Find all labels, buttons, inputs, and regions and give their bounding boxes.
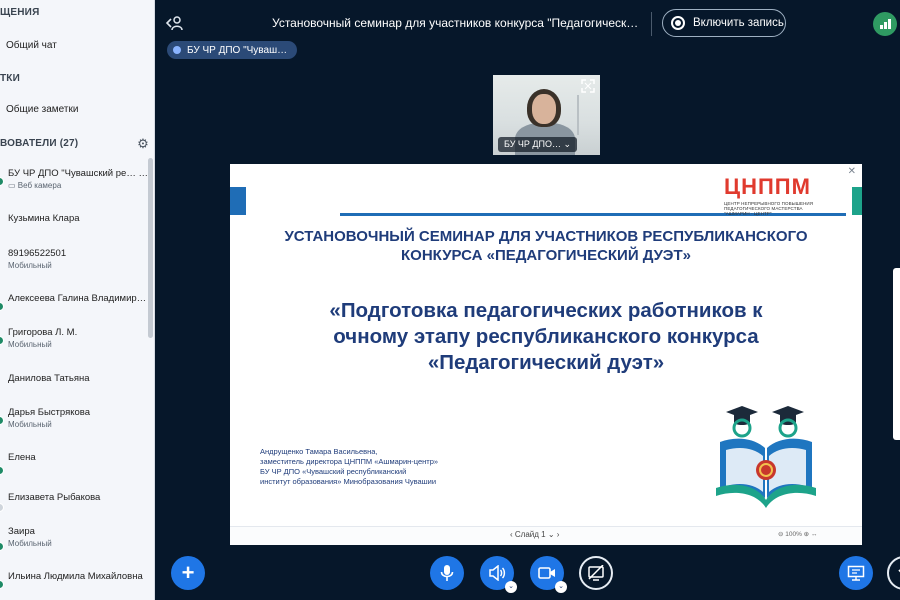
- start-recording-button[interactable]: Включить запись: [662, 9, 786, 37]
- user-name: Григорова Л. М.: [8, 327, 78, 338]
- user-name: Заира: [8, 526, 35, 537]
- meeting-title: Установочный семинар для участников конк…: [272, 16, 640, 30]
- user-name: Елена: [8, 452, 36, 463]
- record-icon: [671, 16, 685, 30]
- slide-topic-line: «Подготовка педагогических работников к: [329, 299, 763, 322]
- slide-heading-line: КОНКУРСА «ПЕДАГОГИЧЕСКИЙ ДУЭТ»: [401, 247, 691, 264]
- screen-share-button[interactable]: [579, 556, 613, 590]
- user-device: Веб камера: [17, 181, 62, 190]
- zoom-controls[interactable]: ⊖ 100% ⊕ ↔: [778, 530, 817, 538]
- user-list-item[interactable]: Ильина Людмила Михайловна: [0, 571, 150, 600]
- connection-signal-icon[interactable]: [873, 12, 897, 36]
- logo-text: ЦНППМ: [724, 174, 811, 199]
- user-device: Мобильный: [8, 539, 52, 548]
- sidebar-scrollbar[interactable]: [148, 158, 153, 338]
- users-section-title: ВОВАТЕЛИ (27): [0, 138, 79, 149]
- user-device: Мобильный: [8, 420, 52, 429]
- online-status-dot: [0, 302, 4, 311]
- microphone-button[interactable]: [430, 556, 464, 590]
- screen-share-off-icon: [587, 565, 605, 581]
- author-line: БУ ЧР ДПО «Чувашский республиканский: [260, 467, 407, 476]
- user-name: Данилова Татьяна: [8, 373, 90, 384]
- author-line: Андрущенко Тамара Васильевна,: [260, 447, 378, 456]
- user-name: Дарья Быстрякова: [8, 407, 90, 418]
- slide-navigation[interactable]: ‹ Слайд 1 ⌄ ›: [510, 530, 559, 539]
- user-device: Мобильный: [8, 340, 52, 349]
- user-name: Алексеева Галина Владимиро…: [8, 293, 148, 304]
- user-name: Елизавета Рыбакова: [8, 492, 101, 503]
- user-list-item[interactable]: 89196522501 Мобильный: [0, 248, 150, 288]
- webcam-indicator-icon: ▭: [8, 181, 16, 190]
- online-status-dot: [0, 416, 4, 425]
- user-back-icon[interactable]: [165, 13, 185, 33]
- offline-status-dot: [0, 503, 4, 512]
- slide-author-block: Андрущенко Тамара Васильевна, заместител…: [260, 447, 510, 487]
- author-line: институт образования» Минобразования Чув…: [260, 477, 437, 486]
- presentation-slide: ✕ ЦНППМ ЦЕНТР НЕПРЕРЫВНОГО ПОВЫШЕНИЯ ПЕД…: [230, 164, 862, 545]
- microphone-icon: [439, 564, 455, 582]
- chevron-down-icon[interactable]: ⌄: [505, 581, 517, 593]
- logo-subtitle: ЦЕНТР НЕПРЕРЫВНОГО ПОВЫШЕНИЯ ПЕДАГОГИЧЕС…: [724, 201, 814, 216]
- camera-icon: [538, 566, 556, 580]
- webcam-user-label[interactable]: БУ ЧР ДПО… ⌄: [498, 137, 578, 152]
- user-list-item[interactable]: Кузьмина Клара: [0, 213, 150, 253]
- presentation-icon: [847, 565, 865, 581]
- slide-topic-line: «Педагогический дуэт»: [427, 351, 665, 374]
- user-name: БУ ЧР ДПО "Чувашский ре…: [8, 168, 136, 179]
- author-line: заместитель директора ЦНППМ «Ашмарин-цен…: [260, 457, 439, 466]
- slide-topic-line: очному этапу республиканского конкурса: [333, 325, 759, 348]
- record-label: Включить запись: [693, 17, 784, 29]
- online-status-dot: [0, 542, 4, 551]
- minimize-presentation-icon[interactable]: ✕: [848, 166, 856, 177]
- fullscreen-icon[interactable]: [581, 79, 595, 93]
- actions-plus-button[interactable]: +: [171, 556, 205, 590]
- online-status-dot: [0, 177, 4, 186]
- user-list-item[interactable]: Елена: [0, 452, 150, 492]
- user-list-item[interactable]: Дарья Быстрякова Мобильный: [0, 407, 150, 447]
- user-name: 89196522501: [8, 248, 67, 259]
- online-status-dot: [0, 336, 4, 345]
- presentation-button[interactable]: [839, 556, 873, 590]
- online-status-dot: [0, 466, 4, 475]
- right-edge-panel[interactable]: [893, 268, 900, 440]
- contest-book-emblem-icon: [716, 400, 816, 510]
- user-list-item[interactable]: Заира Мобильный: [0, 526, 150, 566]
- slide-topic: «Подготовка педагогических работников к …: [270, 298, 822, 376]
- sidebar: ЩЕНИЯ Общий чат ТКИ Общие заметки ВОВАТЕ…: [0, 0, 155, 600]
- user-list-item[interactable]: БУ ЧР ДПО "Чувашский ре… (Вы) ▭ Веб каме…: [0, 168, 150, 208]
- user-name: Кузьмина Клара: [8, 213, 80, 224]
- slide-accent-left: [230, 187, 246, 215]
- user-list-item[interactable]: Григорова Л. М. Мобильный: [0, 327, 150, 367]
- slide-heading-line: УСТАНОВОЧНЫЙ СЕМИНАР ДЛЯ УЧАСТНИКОВ РЕСП…: [284, 228, 808, 245]
- presenter-name: БУ ЧР ДПО "Чуваш…: [187, 44, 288, 56]
- slide-heading: УСТАНОВОЧНЫЙ СЕМИНАР ДЛЯ УЧАСТНИКОВ РЕСП…: [260, 227, 832, 265]
- chevron-down-icon[interactable]: ⌄: [555, 581, 567, 593]
- slide-footer-bar: ‹ Слайд 1 ⌄ › ⊖ 100% ⊕ ↔: [230, 526, 862, 545]
- gear-icon[interactable]: ⚙: [136, 137, 150, 151]
- shared-notes-item[interactable]: Общие заметки: [6, 104, 78, 115]
- organization-logo: ЦНППМ ЦЕНТР НЕПРЕРЫВНОГО ПОВЫШЕНИЯ ПЕДАГ…: [724, 174, 828, 216]
- online-status-dot: [0, 580, 4, 589]
- slide-accent-right: [852, 187, 862, 215]
- user-device: Мобильный: [8, 261, 52, 270]
- public-chat-item[interactable]: Общий чат: [6, 40, 57, 51]
- options-button[interactable]: [887, 556, 900, 590]
- user-name: Ильина Людмила Михайловна: [8, 571, 143, 582]
- audio-button[interactable]: ⌄: [480, 556, 517, 593]
- presenter-talking-chip: БУ ЧР ДПО "Чуваш…: [167, 41, 298, 59]
- you-marker: (Вы): [138, 168, 148, 179]
- topbar-divider: [651, 12, 652, 36]
- talking-indicator-icon: [173, 46, 181, 54]
- camera-button[interactable]: ⌄: [530, 556, 567, 593]
- speaker-icon: [488, 565, 506, 581]
- messages-section-title: ЩЕНИЯ: [0, 7, 40, 18]
- notes-section-title: ТКИ: [0, 73, 20, 84]
